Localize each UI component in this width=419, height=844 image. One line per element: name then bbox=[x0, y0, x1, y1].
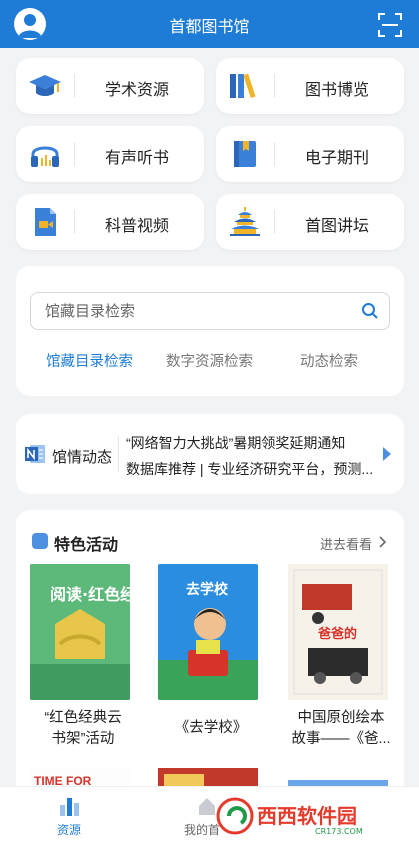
tile-label: 图书博览 bbox=[304, 82, 369, 99]
tile-divider bbox=[274, 142, 275, 166]
news-divider bbox=[118, 436, 119, 472]
search-box bbox=[30, 292, 390, 330]
svg-text:CR173.COM: CR173.COM bbox=[315, 827, 363, 836]
activity-title: 《去学校》 bbox=[174, 720, 248, 736]
activity-cover-image: 去学校 bbox=[158, 564, 258, 700]
library-news-card[interactable]: 馆情动态 “网络智力大挑战”暑期领奖延期通知 数据库推荐 | 专业经济研究平台，… bbox=[16, 414, 404, 494]
tile-divider bbox=[274, 210, 275, 234]
svg-text:去学校: 去学校 bbox=[186, 581, 229, 598]
tab-news-search[interactable]: 动态检索 bbox=[300, 350, 358, 371]
tile-label: 电子期刊 bbox=[304, 150, 369, 167]
chevron-right-icon[interactable] bbox=[378, 535, 387, 548]
journal-icon bbox=[228, 138, 262, 170]
tile-academic-resources[interactable]: 学术资源 bbox=[16, 58, 204, 114]
tile-divider bbox=[74, 210, 75, 234]
tile-library-lecture[interactable]: 首图讲坛 bbox=[216, 194, 404, 250]
tile-label: 学术资源 bbox=[104, 82, 169, 99]
section-title: 特色活动 bbox=[54, 537, 119, 554]
app-header: 首都图书馆 bbox=[0, 0, 419, 48]
video-file-icon bbox=[28, 206, 62, 238]
svg-text:西西软件园: 西西软件园 bbox=[257, 804, 357, 828]
section-marker-icon bbox=[32, 533, 48, 549]
featured-activities-card: 特色活动 进去看看 阅读·红色经典 “红色经典云 书架”活动 bbox=[16, 510, 404, 800]
tile-divider bbox=[274, 74, 275, 98]
news-item[interactable]: 数据库推荐 | 专业经济研究平台，预测... bbox=[126, 459, 373, 479]
news-item[interactable]: “网络智力大挑战”暑期领奖延期通知 bbox=[126, 433, 345, 453]
see-more-link[interactable]: 进去看看 bbox=[320, 534, 372, 553]
tile-label: 有声听书 bbox=[104, 150, 169, 167]
page-title: 首都图书馆 bbox=[169, 19, 250, 36]
tab-digital-resource-search[interactable]: 数字资源检索 bbox=[166, 350, 253, 371]
svg-text:爸爸的: 爸爸的 bbox=[317, 626, 357, 642]
activity-cover-image: 阅读·红色经典 bbox=[30, 564, 130, 700]
tile-audiobooks[interactable]: 有声听书 bbox=[16, 126, 204, 182]
graduation-cap-icon bbox=[28, 70, 62, 102]
temple-icon bbox=[228, 206, 262, 238]
tile-label: 科普视频 bbox=[104, 218, 169, 235]
catalog-search-input[interactable] bbox=[31, 293, 351, 329]
search-icon[interactable] bbox=[361, 302, 379, 320]
tile-divider bbox=[74, 74, 75, 98]
search-card: 馆藏目录检索 数字资源检索 动态检索 bbox=[16, 266, 404, 396]
tile-book-exhibition[interactable]: 图书博览 bbox=[216, 58, 404, 114]
tile-label: 首图讲坛 bbox=[304, 218, 369, 235]
tile-e-journals[interactable]: 电子期刊 bbox=[216, 126, 404, 182]
tile-science-videos[interactable]: 科普视频 bbox=[16, 194, 204, 250]
activity-title: 中国原创绘本 故事——《爸... bbox=[291, 710, 391, 747]
svg-text:阅读·红色经典: 阅读·红色经典 bbox=[50, 585, 130, 604]
tile-divider bbox=[74, 142, 75, 166]
tab-catalog-search[interactable]: 馆藏目录检索 bbox=[46, 350, 133, 371]
scan-icon[interactable] bbox=[377, 12, 403, 38]
site-watermark: 西西软件园 CR173.COM bbox=[215, 796, 411, 836]
resources-tab-icon[interactable] bbox=[58, 795, 80, 817]
activity-cover-image: 爸爸的 bbox=[288, 564, 388, 700]
news-label: 馆情动态 bbox=[52, 449, 113, 466]
activity-title: “红色经典云 书架”活动 bbox=[44, 710, 122, 747]
news-icon bbox=[24, 444, 46, 464]
books-icon bbox=[228, 70, 262, 102]
next-arrow-icon[interactable] bbox=[382, 446, 392, 462]
tab-resources[interactable]: 资源 bbox=[57, 821, 81, 838]
headphones-icon bbox=[28, 138, 62, 170]
